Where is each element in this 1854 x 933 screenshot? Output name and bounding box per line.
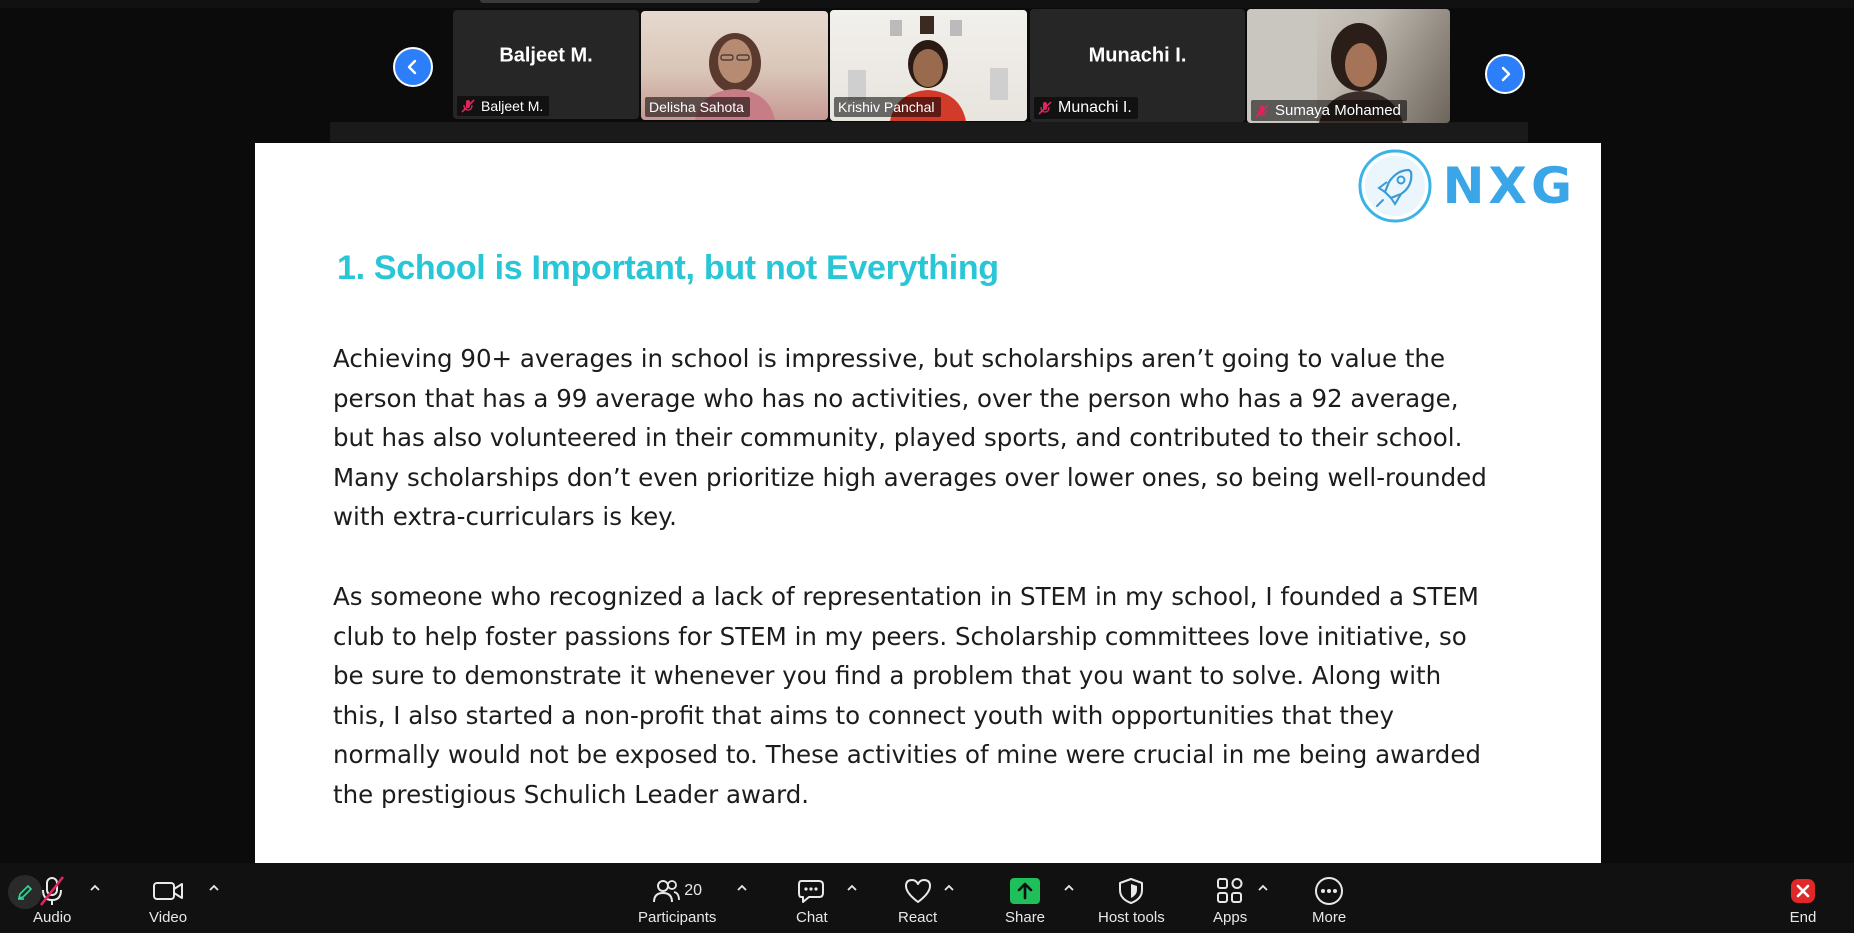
apps-options-caret-icon[interactable] <box>1256 881 1270 895</box>
apps-button[interactable]: Apps <box>1213 875 1247 926</box>
apps-grid-icon <box>1217 878 1243 903</box>
muted-mic-icon <box>40 876 65 906</box>
participant-tile-munachi[interactable]: Munachi I. Munachi I. <box>1030 9 1245 122</box>
share-button[interactable]: Share <box>1005 875 1045 926</box>
video-button[interactable]: Video <box>149 875 187 926</box>
gallery-next-button[interactable] <box>1485 54 1525 94</box>
muted-mic-icon <box>461 99 475 113</box>
participant-tile-delisha[interactable]: Delisha Sahota <box>641 11 828 120</box>
participant-count: 20 <box>684 882 703 899</box>
chat-options-caret-icon[interactable] <box>845 881 859 895</box>
end-button[interactable]: End <box>1788 875 1818 926</box>
participant-tile-baljeet[interactable]: Baljeet M. Baljeet M. <box>453 10 639 119</box>
react-label: React <box>898 909 938 926</box>
participant-name-tag: Sumaya Mohamed <box>1251 100 1407 121</box>
participant-name-tag: Krishiv Panchal <box>834 97 941 117</box>
participant-name: Baljeet M. <box>481 98 544 114</box>
chat-icon <box>797 880 824 903</box>
heart-icon <box>904 879 931 903</box>
participant-tile-krishiv[interactable]: Krishiv Panchal <box>830 10 1027 121</box>
share-options-caret-icon[interactable] <box>1062 881 1076 895</box>
participant-tile-sumaya[interactable]: Sumaya Mohamed <box>1247 9 1450 123</box>
video-label: Video <box>149 909 188 926</box>
logo-text: NXG <box>1442 157 1576 215</box>
slide-paragraph: Achieving 90+ averages in school is impr… <box>333 344 1487 532</box>
gallery-background <box>330 122 1528 142</box>
chevron-left-icon <box>407 59 417 75</box>
share-label: Share <box>1005 909 1046 926</box>
participants-label: Participants <box>638 909 717 926</box>
gallery-prev-button[interactable] <box>393 47 433 87</box>
host-tools-button[interactable]: Host tools <box>1098 875 1165 926</box>
host-tools-label: Host tools <box>1098 909 1165 926</box>
more-icon <box>1315 877 1344 905</box>
end-label: End <box>1789 909 1817 926</box>
more-button[interactable]: More <box>1312 875 1346 926</box>
chat-label: Chat <box>796 909 828 926</box>
top-strip <box>0 0 1854 8</box>
participant-name-tag: Baljeet M. <box>457 96 550 116</box>
participants-button[interactable]: 20 Participants <box>638 875 716 926</box>
participants-icon <box>653 880 681 903</box>
video-options-caret-icon[interactable] <box>207 881 221 895</box>
muted-mic-icon <box>1255 103 1269 118</box>
shared-screen: NXG 1. School is Important, but not Ever… <box>255 143 1601 863</box>
meeting-toolbar: Audio Video 20 Participants Chat React S… <box>0 863 1854 933</box>
video-camera-icon <box>153 882 184 900</box>
end-meeting-icon <box>1791 879 1815 903</box>
participant-display-name: Munachi I. <box>1088 44 1187 67</box>
participant-name: Delisha Sahota <box>649 99 744 115</box>
rocket-icon <box>1358 149 1432 223</box>
slide-paragraph: As someone who recognized a lack of repr… <box>333 582 1481 809</box>
nxg-logo: NXG <box>1357 148 1576 224</box>
react-button[interactable]: React <box>898 875 937 926</box>
participant-name: Munachi I. <box>1058 99 1132 116</box>
participant-name-tag: Munachi I. <box>1034 97 1138 119</box>
slide-title: 1. School is Important, but not Everythi… <box>337 249 999 287</box>
more-label: More <box>1312 909 1347 926</box>
apps-label: Apps <box>1213 909 1248 926</box>
chevron-right-icon <box>1501 66 1511 82</box>
audio-options-caret-icon[interactable] <box>88 881 102 895</box>
chat-button[interactable]: Chat <box>796 875 828 926</box>
participants-options-caret-icon[interactable] <box>735 881 749 895</box>
shield-icon <box>1119 878 1144 904</box>
participant-name: Krishiv Panchal <box>838 99 935 115</box>
audio-label: Audio <box>33 909 72 926</box>
top-drag-handle[interactable] <box>480 0 760 3</box>
share-screen-icon <box>1010 878 1041 904</box>
participant-name: Sumaya Mohamed <box>1275 102 1401 119</box>
pencil-icon <box>17 884 33 900</box>
audio-button[interactable]: Audio <box>33 875 71 926</box>
muted-mic-icon <box>1038 101 1052 115</box>
participant-name-tag: Delisha Sahota <box>645 97 750 117</box>
react-options-caret-icon[interactable] <box>942 881 956 895</box>
participant-display-name: Baljeet M. <box>499 44 593 67</box>
